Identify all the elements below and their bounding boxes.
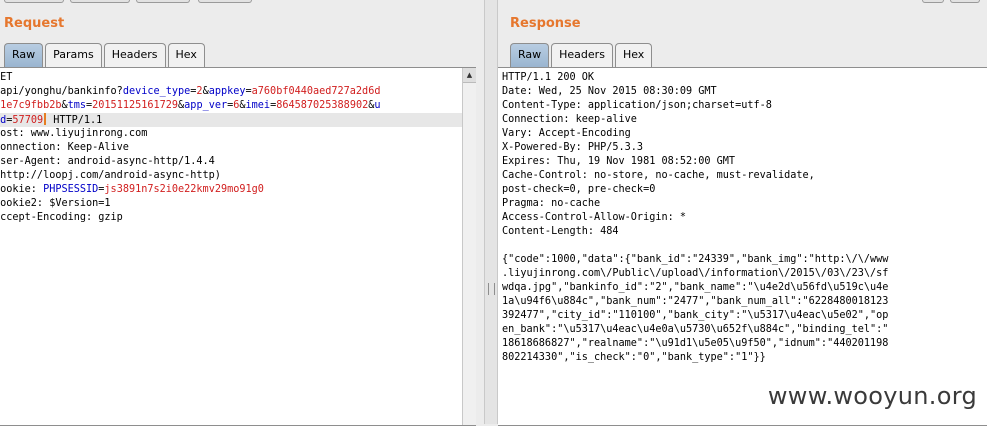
- text-line: wdqa.jpg","bankinfo_id":"2","bank_name":…: [502, 282, 889, 293]
- param-name: app_ver: [184, 100, 228, 111]
- text-line: Vary: Accept-Encoding: [502, 128, 631, 139]
- request-toolbar: [0, 0, 484, 4]
- text-line: .liyujinrong.com\/Public\/upload\/inform…: [502, 268, 889, 279]
- text-line: /api/yonghu/bankinfo?device_type=2&appke…: [0, 85, 464, 99]
- text-line: 1a\u94f6\u884c","bank_num":"2477","bank_…: [502, 296, 889, 307]
- text-line: 11e7c9fbb2b&tms=20151125161729&app_ver=6…: [0, 99, 464, 113]
- text-line: Cookie: PHPSESSID=js3891n7s2i0e22kmv29mo…: [0, 183, 464, 197]
- tab-raw[interactable]: Raw: [4, 43, 44, 67]
- text-line: Connection: Keep-Alive: [0, 142, 129, 153]
- param-value: a760bf0440aed727a2d6d: [251, 86, 381, 97]
- request-tabs: Raw Params Headers Hex: [4, 43, 207, 67]
- param-value: 57709: [12, 115, 44, 126]
- tab-raw[interactable]: Raw: [510, 43, 550, 67]
- param-name: u: [374, 100, 381, 111]
- text-line: en_bank":"\u5317\u4eac\u4e0a\u5730\u652f…: [502, 324, 889, 335]
- text-segment: HTTP/1.1: [47, 115, 103, 126]
- param-value: 20151125161729: [92, 100, 179, 111]
- param-name: PHPSESSID: [43, 184, 99, 195]
- text-line: User-Agent: android-async-http/1.4.4: [0, 156, 215, 167]
- param-value: 11e7c9fbb2b: [0, 100, 62, 111]
- response-text: HTTP/1.1 200 OK Date: Wed, 25 Nov 2015 08…: [502, 71, 972, 365]
- text-segment: Cookie:: [0, 184, 37, 195]
- text-line: id=57709 HTTP/1.1: [0, 113, 464, 127]
- text-caret: [44, 113, 47, 125]
- text-line: Expires: Thu, 19 Nov 1981 08:52:00 GMT: [502, 156, 736, 167]
- param-name: device_type: [122, 86, 191, 97]
- toolbar-button[interactable]: [922, 0, 944, 3]
- request-text: GET/api/yonghu/bankinfo?device_type=2&ap…: [0, 71, 464, 225]
- param-name: imei: [245, 100, 271, 111]
- text-line: Pragma: no-cache: [502, 198, 601, 209]
- text-line: post-check=0, pre-check=0: [502, 184, 656, 195]
- toolbar-button[interactable]: [70, 0, 130, 3]
- tab-hex[interactable]: Hex: [614, 43, 653, 67]
- text-line: Content-Length: 484: [502, 226, 619, 237]
- param-value: 864587025388902: [276, 100, 369, 111]
- text-line: [502, 239, 972, 253]
- text-line: 18618686827","realname":"\u91d1\u5e05\u9…: [502, 338, 889, 349]
- param-name: appkey: [208, 86, 246, 97]
- text-line: Cache-Control: no-store, no-cache, must-…: [502, 170, 815, 181]
- toolbar-button[interactable]: [198, 0, 252, 3]
- tab-hex[interactable]: Hex: [167, 43, 205, 67]
- watermark-text: www.wooyun.org: [767, 382, 977, 410]
- tab-params[interactable]: Params: [45, 43, 102, 67]
- text-line: 802214330","is_check":"0","bank_type":"1…: [502, 352, 766, 363]
- param-name: tms: [67, 100, 87, 111]
- request-scrollbar[interactable]: ▲: [462, 68, 476, 425]
- text-line: GET: [0, 72, 13, 83]
- param-value: js3891n7s2i0e22kmv29mo91g0: [104, 184, 264, 195]
- text-line: {"code":1000,"data":{"bank_id":"24339","…: [502, 254, 889, 265]
- text-line: Content-Type: application/json;charset=u…: [502, 100, 772, 111]
- toolbar-button[interactable]: [136, 0, 190, 3]
- text-line: X-Powered-By: PHP/5.3.3: [502, 142, 644, 153]
- request-panel: Request RawParamsHeadersHex GET/api/yong…: [0, 0, 484, 426]
- text-line: Host: www.liyujinrong.com: [0, 128, 148, 139]
- text-line: Cookie2: $Version=1: [0, 198, 111, 209]
- response-panel: Response Raw Headers Hex HTTP/1.1 200 OK Da…: [498, 0, 987, 426]
- response-raw-viewer[interactable]: HTTP/1.1 200 OK Date: Wed, 25 Nov 2015 08…: [498, 67, 987, 426]
- panel-splitter[interactable]: [484, 0, 498, 424]
- text-line: Access-Control-Allow-Origin: *: [502, 212, 687, 223]
- toolbar-button[interactable]: [950, 0, 980, 3]
- scroll-up-icon[interactable]: ▲: [463, 68, 476, 83]
- response-toolbar: [498, 0, 987, 4]
- text-segment: /api/yonghu/bankinfo?: [0, 86, 123, 97]
- response-tabs: Raw Headers Hex: [510, 43, 654, 67]
- tab-headers[interactable]: Headers: [551, 43, 613, 67]
- splitter-grip-icon[interactable]: [488, 283, 495, 295]
- response-title: Response: [510, 16, 581, 31]
- text-line: 392477","city_id":"110100","bank_city":"…: [502, 310, 889, 321]
- text-line: Accept-Encoding: gzip: [0, 212, 123, 223]
- request-raw-editor[interactable]: GET/api/yonghu/bankinfo?device_type=2&ap…: [0, 67, 476, 426]
- text-line: Date: Wed, 25 Nov 2015 08:30:09 GMT: [502, 86, 717, 97]
- text-line: (http://loopj.com/android-async-http): [0, 170, 221, 181]
- text-line: Connection: keep-alive: [502, 114, 637, 125]
- text-line: HTTP/1.1 200 OK: [502, 72, 595, 83]
- toolbar-button[interactable]: [4, 0, 64, 3]
- tab-headers[interactable]: Headers: [103, 43, 166, 67]
- request-title: Request: [4, 16, 65, 31]
